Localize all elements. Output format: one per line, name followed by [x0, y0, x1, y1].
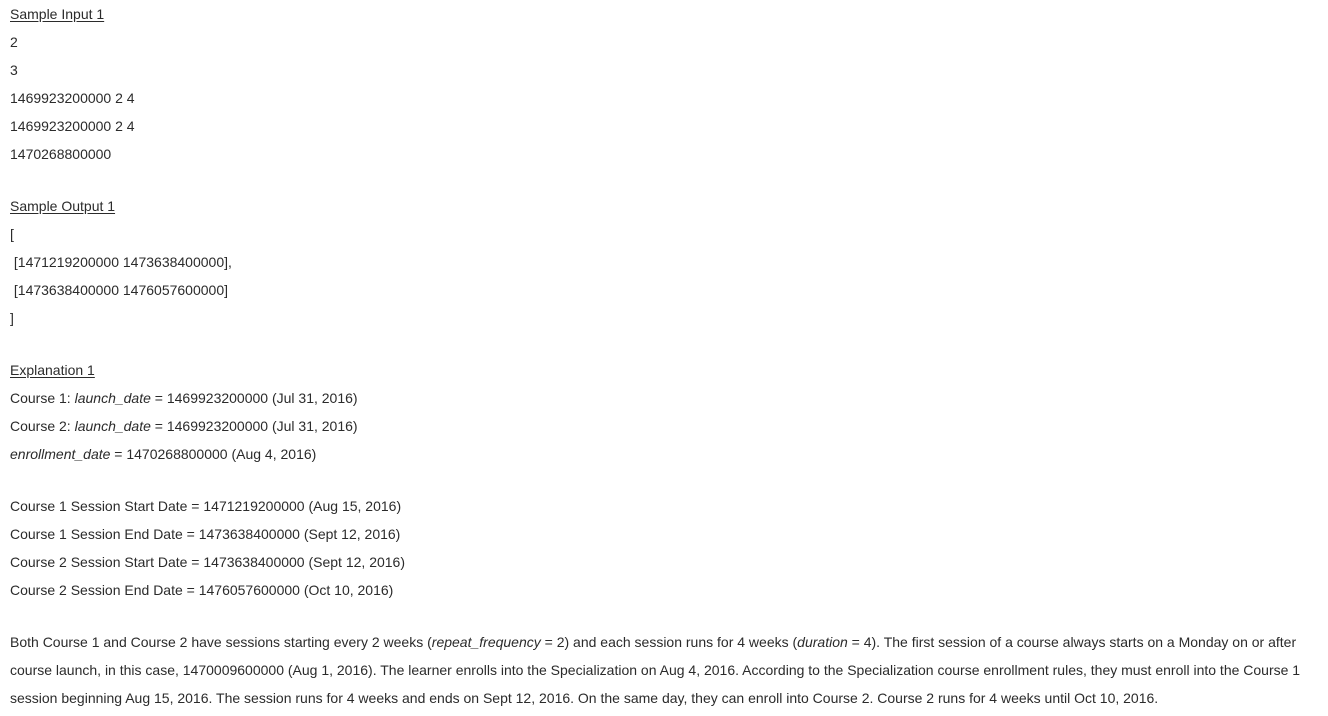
- course1-launch-line: Course 1: launch_date = 1469923200000 (J…: [10, 384, 1320, 412]
- para-var: repeat_frequency: [431, 634, 541, 650]
- session-line: Course 2 Session Start Date = 1473638400…: [10, 554, 405, 570]
- sample-output-line: [1473638400000 1476057600000]: [10, 282, 228, 298]
- enroll-var: enrollment_date: [10, 446, 111, 462]
- session-line: Course 1 Session Start Date = 1471219200…: [10, 498, 402, 514]
- course1-prefix: Course 1:: [10, 390, 75, 406]
- course1-var: launch_date: [74, 390, 151, 406]
- para-part: = 2) and each session runs for 4 weeks (: [540, 634, 798, 650]
- sample-output-heading: Sample Output 1: [10, 198, 116, 214]
- para-var: duration: [797, 634, 848, 650]
- enroll-rest: = 1470268800000 (Aug 4, 2016): [110, 446, 317, 462]
- explanation-paragraph: Both Course 1 and Course 2 have sessions…: [10, 628, 1320, 712]
- enrollment-date-line: enrollment_date = 1470268800000 (Aug 4, …: [10, 440, 1320, 468]
- course2-prefix: Course 2:: [10, 418, 75, 434]
- course1-rest: = 1469923200000 (Jul 31, 2016): [150, 390, 358, 406]
- para-part: Both Course 1 and Course 2 have sessions…: [10, 634, 432, 650]
- sample-output-line: ]: [10, 310, 14, 326]
- sample-input-line: 1470268800000: [10, 146, 112, 162]
- course2-rest: = 1469923200000 (Jul 31, 2016): [150, 418, 358, 434]
- sample-input-line: 3: [10, 62, 18, 78]
- sample-output-line: [: [10, 226, 14, 242]
- sample-input-heading: Sample Input 1: [10, 6, 105, 22]
- sample-input-line: 1469923200000 2 4: [10, 90, 135, 106]
- problem-sample-section: Sample Input 1 2 3 1469923200000 2 4 146…: [10, 0, 1320, 712]
- explanation-heading: Explanation 1: [10, 362, 95, 378]
- sample-input-line: 2: [10, 34, 18, 50]
- sample-input-line: 1469923200000 2 4: [10, 118, 135, 134]
- course2-launch-line: Course 2: launch_date = 1469923200000 (J…: [10, 412, 1320, 440]
- course2-var: launch_date: [74, 418, 151, 434]
- sample-output-line: [1471219200000 1473638400000],: [10, 254, 232, 270]
- session-line: Course 1 Session End Date = 147363840000…: [10, 526, 401, 542]
- session-line: Course 2 Session End Date = 147605760000…: [10, 582, 394, 598]
